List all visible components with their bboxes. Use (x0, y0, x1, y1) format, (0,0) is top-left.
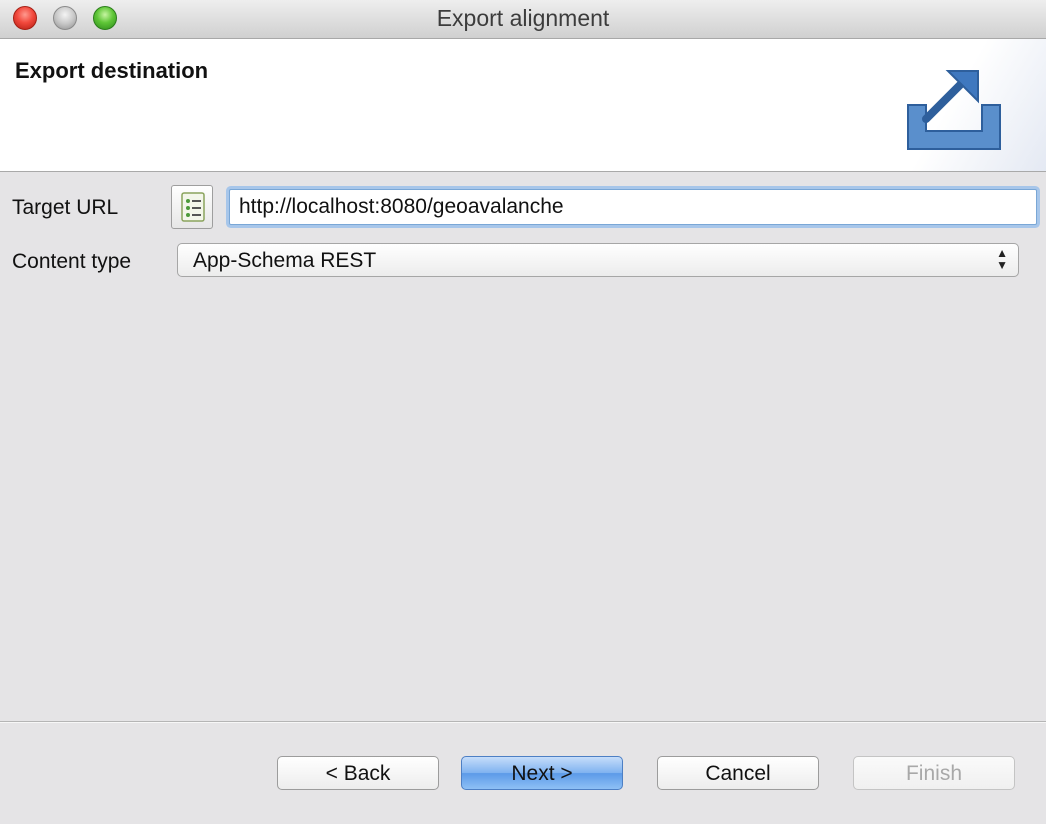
window-title: Export alignment (436, 5, 610, 31)
up-down-arrows-icon: ▲ ▼ (996, 246, 1008, 272)
list-icon (181, 192, 205, 222)
footer-separator-highlight (0, 722, 1046, 723)
url-picker-button[interactable] (171, 185, 213, 229)
cancel-button[interactable]: Cancel (657, 756, 819, 790)
back-button[interactable]: < Back (277, 756, 439, 790)
export-icon (907, 70, 1001, 150)
next-button[interactable]: Next > (461, 756, 623, 790)
finish-button[interactable]: Finish (853, 756, 1015, 790)
content-type-value: App-Schema REST (193, 249, 377, 272)
wizard-header: Export destination (0, 39, 1046, 172)
target-url-input[interactable] (229, 189, 1037, 225)
title-bar: Export alignment (0, 0, 1046, 39)
content-type-label: Content type (12, 250, 132, 273)
target-url-label: Target URL (12, 196, 119, 219)
content-type-select[interactable]: App-Schema REST ▲ ▼ (177, 243, 1019, 277)
page-title: Export destination (15, 58, 209, 83)
